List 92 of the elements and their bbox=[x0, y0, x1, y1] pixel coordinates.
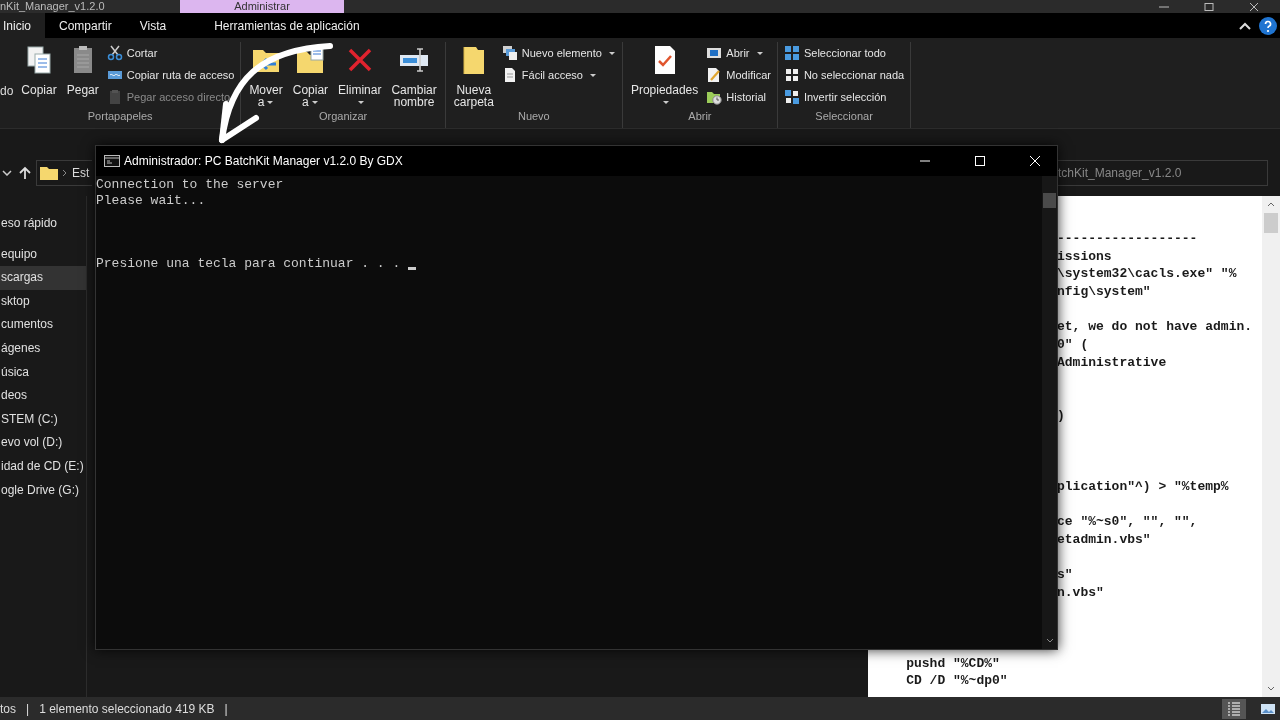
maximize-icon[interactable] bbox=[975, 156, 985, 166]
group-label: Seleccionar bbox=[814, 110, 874, 124]
ribbon-button[interactable]: Cambiar nombre bbox=[389, 42, 439, 110]
view-toggle[interactable] bbox=[1222, 698, 1246, 719]
code-line: nfig\system" bbox=[1057, 284, 1151, 300]
code-line: ) bbox=[1057, 407, 1065, 423]
scroll-thumb[interactable] bbox=[1264, 213, 1278, 233]
ribbon-button[interactable]: No seleccionar nada bbox=[783, 66, 905, 84]
code-line: et, we do not have admin. bbox=[1057, 319, 1253, 335]
chevron-down-icon[interactable] bbox=[2, 170, 12, 176]
code-line: 0" ( bbox=[1057, 337, 1089, 353]
clock-folder-icon bbox=[706, 89, 723, 105]
nav-item[interactable]: STEM (C:) bbox=[0, 407, 86, 432]
ribbon-button[interactable]: Modificar bbox=[706, 66, 771, 84]
ribbon-button[interactable]: Propiedades bbox=[628, 42, 701, 110]
nav-item[interactable]: úsica bbox=[0, 360, 86, 385]
ribbon-button[interactable]: Copiar bbox=[19, 42, 59, 110]
ribbon-button[interactable]: Historial bbox=[706, 88, 771, 106]
ribbon-button[interactable]: Pegar bbox=[64, 42, 101, 110]
code-line: \system32\cacls.exe" "% bbox=[1057, 266, 1237, 282]
scroll-down-icon[interactable] bbox=[1267, 686, 1275, 691]
restore-icon[interactable] bbox=[1203, 2, 1215, 11]
folder-icon bbox=[40, 166, 58, 180]
search-field[interactable]: tchKit_Manager_v1.2.0 bbox=[1058, 160, 1268, 186]
console-text: Connection to the server bbox=[96, 177, 284, 192]
code-line: ce "%~s0", "", "", bbox=[1057, 514, 1198, 529]
ribbon-button[interactable]: Copiar a bbox=[290, 42, 331, 110]
status-text: tos bbox=[0, 701, 16, 716]
nav-item[interactable]: evo vol (D:) bbox=[0, 431, 86, 455]
window-icon bbox=[706, 45, 723, 61]
ribbon-button[interactable]: Invertir selección bbox=[783, 88, 905, 106]
up-arrow-icon[interactable] bbox=[18, 166, 32, 180]
group-label: Organizar bbox=[317, 110, 369, 124]
context-tab[interactable]: Administrar bbox=[180, 0, 344, 13]
chevron-right-icon bbox=[62, 169, 68, 177]
nav-item[interactable]: eso rápido bbox=[0, 212, 86, 236]
nav-item[interactable]: idad de CD (E:) bbox=[0, 454, 86, 479]
status-text: 1 elemento seleccionado 419 KB bbox=[39, 701, 215, 716]
address-bar[interactable]: Est bbox=[36, 160, 92, 186]
close-icon[interactable] bbox=[1248, 2, 1260, 11]
pencil-document-icon bbox=[706, 67, 723, 83]
window-title: Administrador: PC BatchKit Manager v1.2.0 By GDX bbox=[124, 154, 403, 168]
nav-item[interactable]: equipo bbox=[0, 242, 86, 267]
nav-item[interactable]: ogle Drive (G:) bbox=[0, 478, 86, 503]
code-line: n.vbs" bbox=[1057, 584, 1104, 600]
group-label: Portapapeles bbox=[86, 110, 154, 124]
nav-item[interactable]: scargas bbox=[0, 266, 86, 290]
code-line: Administrative bbox=[1057, 354, 1167, 370]
nav-item[interactable]: deos bbox=[0, 384, 86, 408]
status-text: | bbox=[224, 701, 228, 716]
grid-icon bbox=[783, 89, 800, 105]
code-line: ------------------ bbox=[1057, 231, 1198, 246]
ribbon-button[interactable]: Eliminar bbox=[336, 42, 384, 110]
grid-icon bbox=[783, 67, 800, 83]
ribbon-button[interactable]: Nuevo elemento bbox=[501, 44, 616, 62]
ribbon-button[interactable]: Fácil acceso bbox=[501, 66, 616, 84]
console-text: Please wait... bbox=[96, 192, 206, 208]
code-line: etadmin.vbs" bbox=[1057, 531, 1151, 547]
code-line: CD /D "%~dp0" bbox=[905, 673, 1008, 689]
details-view-icon bbox=[1226, 700, 1242, 717]
ribbon-button[interactable]: Seleccionar todo bbox=[783, 44, 905, 62]
windows-stack-icon bbox=[501, 45, 518, 61]
code-line: pushd "%CD%" bbox=[905, 655, 1000, 671]
group-label: Abrir bbox=[687, 110, 713, 124]
code-line: s" bbox=[1057, 567, 1073, 583]
ribbon-button[interactable]: Copiar ruta de acceso bbox=[106, 66, 235, 84]
ribbon-tab[interactable]: Herramientas de aplicación bbox=[200, 13, 374, 38]
help-icon[interactable] bbox=[1259, 16, 1277, 35]
ribbon-tab[interactable]: Vista bbox=[125, 13, 181, 38]
collapse-ribbon-icon[interactable] bbox=[1239, 21, 1251, 30]
nav-item[interactable]: cumentos bbox=[0, 313, 86, 337]
ribbon-tab[interactable]: Compartir bbox=[45, 13, 126, 38]
code-line: plication"^) > "%temp% bbox=[1057, 478, 1229, 494]
ribbon-tab[interactable]: Inicio bbox=[0, 13, 45, 38]
console-text: Presione una tecla para continuar . . . bbox=[96, 256, 402, 271]
scroll-thumb[interactable] bbox=[1043, 193, 1056, 208]
ribbon-button-label[interactable]: do bbox=[0, 84, 14, 98]
ribbon-button[interactable]: Cortar bbox=[106, 44, 235, 62]
nav-item[interactable]: ágenes bbox=[0, 336, 86, 361]
window-title: nKit_Manager_v1.2.0 bbox=[0, 0, 106, 13]
group-label: Nuevo bbox=[516, 110, 551, 124]
ribbon-button[interactable]: Abrir bbox=[706, 44, 771, 62]
nav-item[interactable]: sktop bbox=[0, 289, 86, 314]
scissors-icon bbox=[106, 45, 123, 61]
ribbon-button[interactable]: Mover a bbox=[247, 42, 285, 110]
code-line: issions bbox=[1057, 248, 1112, 264]
console-icon bbox=[104, 155, 120, 167]
status-text: | bbox=[26, 701, 30, 716]
scroll-down-icon[interactable] bbox=[1045, 638, 1054, 643]
ribbon-button[interactable]: Nueva carpeta bbox=[451, 42, 496, 110]
scroll-up-icon[interactable] bbox=[1267, 202, 1275, 207]
grid-icon bbox=[783, 45, 800, 61]
